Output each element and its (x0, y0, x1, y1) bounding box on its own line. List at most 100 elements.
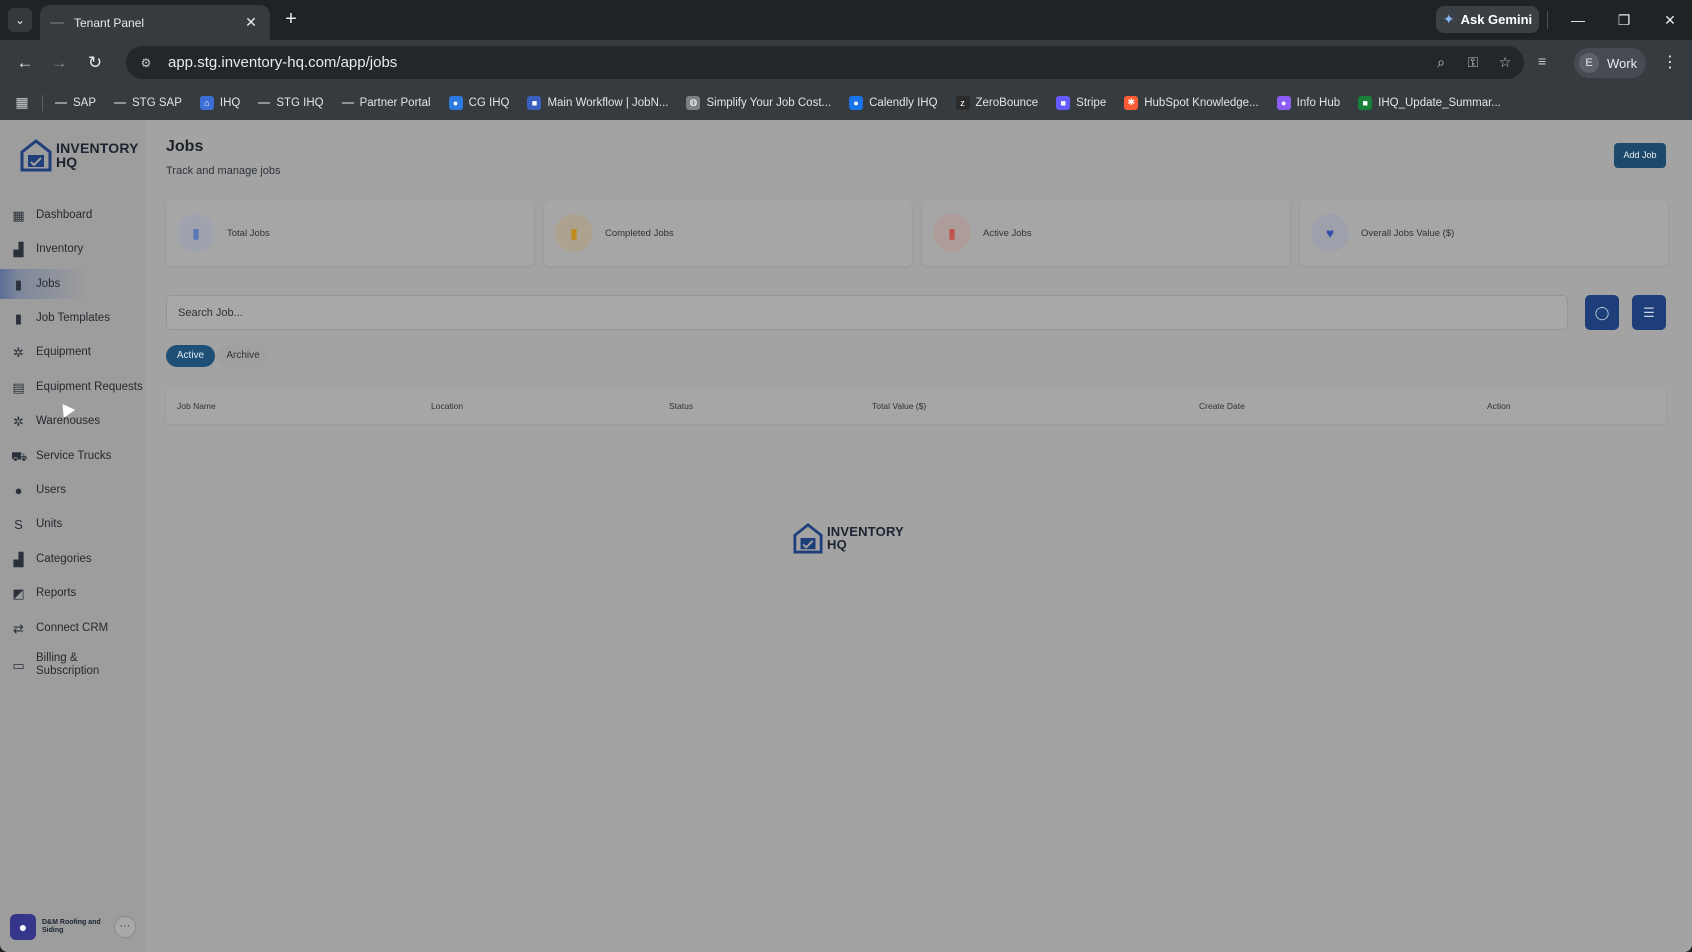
page-title: Jobs (166, 138, 204, 155)
logo-line-1: INVENTORY (56, 140, 139, 156)
bookmarks-bar: ▦ SAP STG SAP ⌂ IHQ STG IHQ Partner Portal ● CG… (0, 85, 1692, 120)
logo-line-2: HQ (56, 154, 78, 170)
ask-gemini-button[interactable]: ✦ Ask Gemini (1436, 6, 1539, 33)
bookmark-item[interactable]: STG SAP (114, 97, 182, 109)
bookmark-item[interactable]: ● Calendly IHQ (849, 95, 938, 110)
bookmark-label: Stripe (1076, 96, 1107, 109)
browser-tab[interactable]: Tenant Panel ✕ (40, 5, 270, 40)
sidebar-item-job-templates[interactable]: ▮ Job Templates (0, 303, 146, 333)
omnibox[interactable]: ⚙ app.stg.inventory-hq.com/app/jobs ⌕ ⚿ … (126, 46, 1524, 79)
logo-text: INVENTORY HQ (56, 141, 139, 169)
reading-list-icon[interactable]: ≡ (1538, 53, 1546, 69)
warehouse-logo-icon (20, 139, 52, 172)
sidebar-item-billing-subscription[interactable]: ▭ Billing & Subscription (0, 647, 146, 683)
zoom-icon[interactable]: ⌕ (1428, 54, 1454, 71)
restore-icon[interactable]: ❐ (1609, 8, 1639, 32)
job-templates-icon: ▮ (14, 310, 23, 326)
back-icon[interactable]: ← (12, 50, 38, 76)
sidebar-item-jobs[interactable]: ▮ Jobs (0, 269, 146, 299)
stat-card-total-jobs: ▮ Total Jobs (166, 200, 534, 266)
column-header[interactable]: Action (1487, 388, 1511, 424)
bookmark-item[interactable]: ■ IHQ_Update_Summar... (1358, 95, 1501, 110)
categories-icon: ▟ (13, 551, 24, 567)
sidebar-item-equipment-requests[interactable]: ▤ Equipment Requests (0, 372, 146, 402)
bookmark-favicon-icon (341, 101, 354, 104)
browser-menu-icon[interactable]: ⋮ (1662, 52, 1678, 72)
sidebar-item-label: Jobs (36, 277, 61, 290)
forward-icon[interactable]: → (46, 50, 72, 76)
more-options-button[interactable]: ··· (114, 916, 136, 938)
page-viewport: INVENTORY HQ ▦ Dashboard ▟ Inventory ▮ Jobs ▮ J… (0, 120, 1692, 952)
bookmark-favicon-icon (114, 101, 127, 104)
column-header[interactable]: Location (431, 388, 463, 424)
bookmark-item[interactable]: ◍ Simplify Your Job Cost... (686, 95, 832, 110)
search-job-input[interactable]: Search Job... (166, 295, 1568, 330)
sidebar-item-categories[interactable]: ▟ Categories (0, 544, 146, 574)
sidebar-item-inventory[interactable]: ▟ Inventory (0, 234, 146, 264)
sidebar-item-dashboard[interactable]: ▦ Dashboard (0, 200, 146, 230)
bookmark-item[interactable]: ● CG IHQ (448, 95, 509, 110)
service-trucks-icon: ⛟ (11, 448, 28, 464)
tab-title: Tenant Panel (74, 15, 145, 30)
account-switcher[interactable]: ● D&M Roofing and Siding ··· (10, 912, 136, 942)
add-job-button[interactable]: Add Job (1614, 143, 1666, 168)
bookmark-label: Info Hub (1296, 96, 1341, 109)
bookmark-item[interactable]: ⌂ IHQ (199, 95, 240, 110)
new-tab-button[interactable]: + (280, 9, 302, 31)
bookmark-item[interactable]: STG IHQ (258, 97, 324, 109)
profile-label: Work (1607, 55, 1638, 71)
url-text[interactable]: app.stg.inventory-hq.com/app/jobs (168, 54, 1428, 71)
search-button[interactable]: ◯ (1585, 295, 1619, 330)
bookmark-favicon-icon: ✱ (1124, 95, 1139, 110)
column-header[interactable]: Job Name (177, 388, 216, 424)
bookmark-item[interactable]: ■ Main Workflow | JobN... (527, 95, 668, 110)
loading-logo: INVENTORY HQ (793, 522, 904, 554)
filter-button[interactable]: ☰ (1632, 295, 1666, 330)
stat-label: Completed Jobs (605, 227, 674, 239)
apps-grid-icon[interactable]: ▦ (12, 94, 32, 111)
bookmark-item[interactable]: Partner Portal (341, 97, 431, 109)
bookmark-favicon-icon: ⌂ (199, 95, 214, 110)
equipment-icon: ✲ (13, 344, 24, 360)
sidebar-item-connect-crm[interactable]: ⇄ Connect CRM (0, 613, 146, 643)
bookmark-label: Simplify Your Job Cost... (706, 96, 832, 109)
password-key-icon[interactable]: ⚿ (1460, 54, 1486, 71)
tab-close-icon[interactable]: ✕ (242, 14, 260, 31)
sidebar-item-equipment[interactable]: ✲ Equipment (0, 337, 146, 367)
bookmark-favicon-icon: ■ (527, 95, 542, 110)
sidebar-item-reports[interactable]: ◩ Reports (0, 578, 146, 608)
bookmark-favicon-icon: ■ (1358, 95, 1373, 110)
tab-search-button[interactable]: ⌄ (8, 8, 32, 32)
tab-archive[interactable]: Archive (217, 345, 269, 367)
tab-active[interactable]: Active (166, 345, 215, 367)
sidebar-item-label: Units (36, 517, 63, 530)
sidebar-item-units[interactable]: S Units (0, 509, 146, 539)
ask-gemini-label: Ask Gemini (1460, 12, 1533, 27)
bookmark-label: Calendly IHQ (869, 96, 938, 109)
billing-subscription-icon: ▭ (12, 657, 25, 673)
reload-icon[interactable]: ↻ (82, 50, 108, 76)
bookmark-star-icon[interactable]: ☆ (1492, 54, 1518, 71)
close-window-icon[interactable]: ✕ (1655, 8, 1685, 32)
bookmark-item[interactable]: z ZeroBounce (955, 95, 1039, 110)
bookmark-item[interactable]: ■ Stripe (1056, 95, 1107, 110)
bookmark-item[interactable]: ✱ HubSpot Knowledge... (1124, 95, 1259, 110)
bookmark-favicon-icon (258, 101, 271, 104)
bookmark-label: IHQ_Update_Summar... (1378, 96, 1501, 109)
column-header[interactable]: Status (669, 388, 693, 424)
browser-tab-bar: ⌄ Tenant Panel ✕ + ✦ Ask Gemini — ❐ ✕ (0, 0, 1692, 40)
user-avatar: ● (10, 914, 36, 940)
bookmark-item[interactable]: ● Info Hub (1276, 95, 1341, 110)
column-header[interactable]: Create Date (1199, 388, 1245, 424)
page-subtitle: Track and manage jobs (166, 165, 281, 177)
app-logo[interactable]: INVENTORY HQ (20, 138, 139, 172)
stat-label: Total Jobs (227, 227, 270, 239)
profile-button[interactable]: E Work (1574, 48, 1646, 78)
bookmark-item[interactable]: SAP (55, 97, 96, 109)
column-header[interactable]: Total Value ($) (872, 388, 926, 424)
minimize-icon[interactable]: — (1563, 8, 1593, 32)
bookmark-label: ZeroBounce (975, 96, 1039, 109)
sidebar-item-users[interactable]: ● Users (0, 475, 146, 505)
sidebar-item-service-trucks[interactable]: ⛟ Service Trucks (0, 441, 146, 471)
site-info-icon[interactable]: ⚙ (136, 56, 156, 70)
